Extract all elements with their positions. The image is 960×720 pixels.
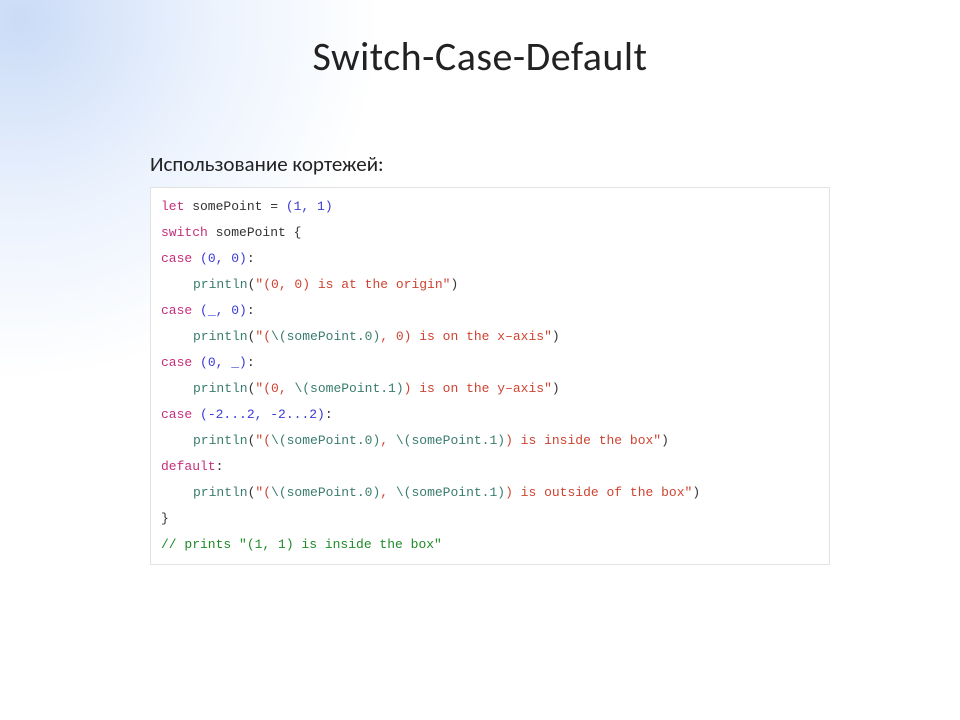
code-line: println("(0, 0) is at the origin") xyxy=(161,272,819,298)
code-text: : xyxy=(247,251,255,266)
interpolation: \(somePoint.1) xyxy=(396,433,505,448)
code-text: ) xyxy=(692,485,700,500)
keyword: switch xyxy=(161,225,208,240)
keyword: case xyxy=(161,251,192,266)
interpolation: \(somePoint.1) xyxy=(294,381,403,396)
keyword: default xyxy=(161,459,216,474)
string: , 0) is on the x–axis" xyxy=(380,329,552,344)
interpolation: \(somePoint.1) xyxy=(396,485,505,500)
code-text: somePoint = xyxy=(184,199,285,214)
code-text: ) xyxy=(661,433,669,448)
string: "( xyxy=(255,329,271,344)
code-line: println("(\(somePoint.0), \(somePoint.1)… xyxy=(161,480,819,506)
function-call: println xyxy=(193,485,248,500)
code-text: : xyxy=(247,303,255,318)
function-call: println xyxy=(193,277,248,292)
code-text: } xyxy=(161,511,169,526)
code-line: } xyxy=(161,506,819,532)
code-text xyxy=(192,407,200,422)
code-text: : xyxy=(247,355,255,370)
code-line: let somePoint = (1, 1) xyxy=(161,194,819,220)
string: , xyxy=(380,433,396,448)
code-text: ) xyxy=(552,329,560,344)
code-text: ) xyxy=(450,277,458,292)
keyword: case xyxy=(161,355,192,370)
code-line: println("(\(somePoint.0), \(somePoint.1)… xyxy=(161,428,819,454)
string: "(0, 0) is at the origin" xyxy=(255,277,450,292)
code-line: println("(\(somePoint.0), 0) is on the x… xyxy=(161,324,819,350)
interpolation: \(somePoint.0) xyxy=(271,433,380,448)
function-call: println xyxy=(193,381,248,396)
code-line: case (_, 0): xyxy=(161,298,819,324)
string: ) is outside of the box" xyxy=(505,485,692,500)
code-text: ) xyxy=(552,381,560,396)
code-text: : xyxy=(216,459,224,474)
code-line: switch somePoint { xyxy=(161,220,819,246)
literal: (1, 1) xyxy=(286,199,333,214)
code-text: : xyxy=(325,407,333,422)
string: ) is inside the box" xyxy=(505,433,661,448)
slide-title: Switch-Case-Default xyxy=(0,0,960,81)
code-line: // prints "(1, 1) is inside the box" xyxy=(161,532,819,558)
code-snippet: let somePoint = (1, 1) switch somePoint … xyxy=(150,187,830,565)
code-line: println("(0, \(somePoint.1)) is on the y… xyxy=(161,376,819,402)
literal: (-2...2, -2...2) xyxy=(200,407,325,422)
literal: (0, 0) xyxy=(200,251,247,266)
code-text xyxy=(192,303,200,318)
code-text xyxy=(192,251,200,266)
keyword: case xyxy=(161,303,192,318)
slide-subtitle: Использование кортежей: xyxy=(150,151,960,177)
comment: // prints "(1, 1) is inside the box" xyxy=(161,537,442,552)
code-line: case (-2...2, -2...2): xyxy=(161,402,819,428)
code-line: default: xyxy=(161,454,819,480)
keyword: case xyxy=(161,407,192,422)
function-call: println xyxy=(193,329,248,344)
code-text xyxy=(192,355,200,370)
string: "( xyxy=(255,485,271,500)
keyword: let xyxy=(161,199,184,214)
string: , xyxy=(380,485,396,500)
function-call: println xyxy=(193,433,248,448)
code-text: somePoint { xyxy=(208,225,302,240)
string: "( xyxy=(255,433,271,448)
interpolation: \(somePoint.0) xyxy=(271,329,380,344)
string: ) is on the y–axis" xyxy=(404,381,552,396)
literal: (_, 0) xyxy=(200,303,247,318)
code-line: case (0, _): xyxy=(161,350,819,376)
string: "(0, xyxy=(255,381,294,396)
literal: (0, _) xyxy=(200,355,247,370)
code-line: case (0, 0): xyxy=(161,246,819,272)
interpolation: \(somePoint.0) xyxy=(271,485,380,500)
